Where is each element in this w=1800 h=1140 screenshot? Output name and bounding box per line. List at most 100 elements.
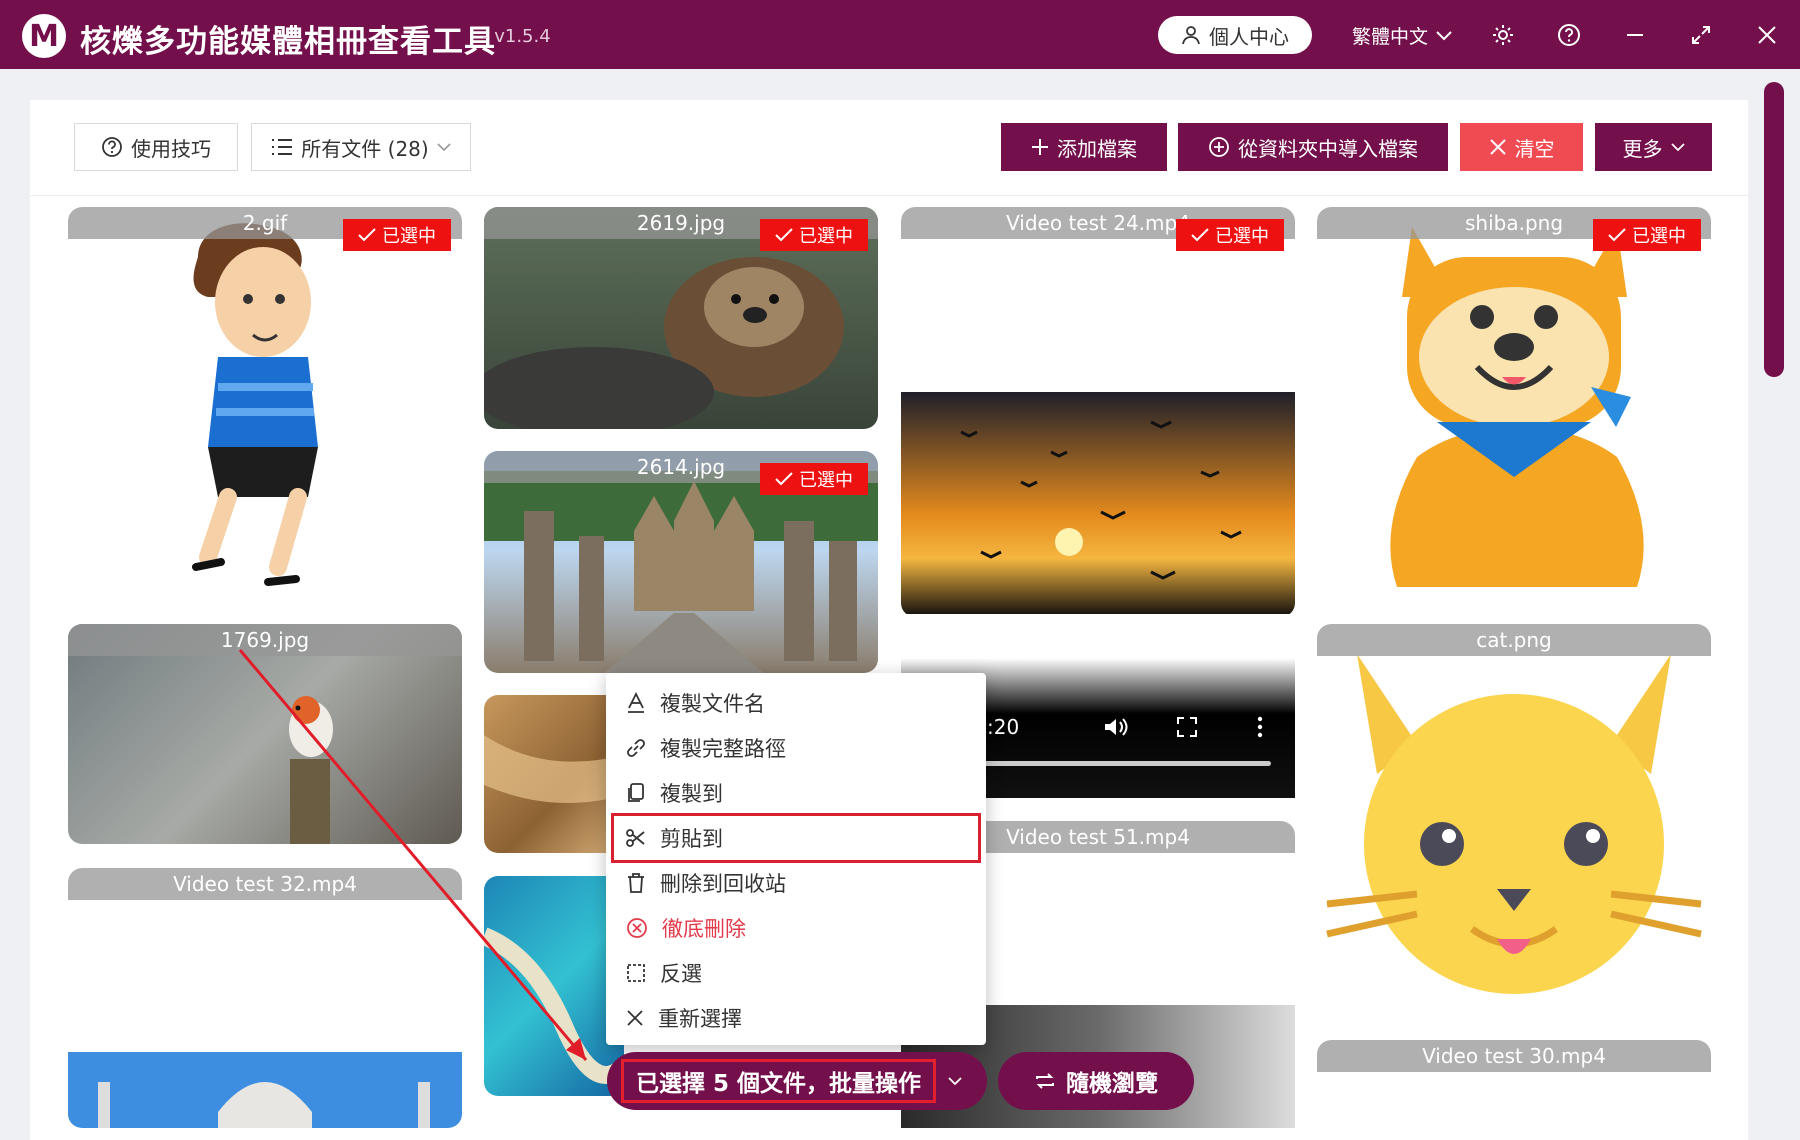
plus-icon: [1032, 139, 1048, 155]
file-filter-select[interactable]: 所有文件 (28): [251, 123, 471, 171]
close-circle-icon: [627, 918, 647, 938]
import-folder-button[interactable]: 從資料夾中導入檔案: [1178, 123, 1448, 171]
fullscreen-icon[interactable]: [1176, 716, 1198, 738]
menu-copy-path[interactable]: 複製完整路徑: [614, 726, 978, 770]
scissors-icon: [626, 829, 645, 847]
selected-badge: 已選中: [1593, 219, 1701, 251]
shuffle-icon: [1036, 1073, 1054, 1089]
check-icon: [775, 228, 793, 242]
media-card-1769[interactable]: 1769.jpg: [68, 624, 462, 844]
batch-operation-label: 已選擇 5 個文件，批量操作: [621, 1059, 937, 1103]
settings-button[interactable]: [1488, 20, 1518, 50]
media-card-video-32[interactable]: Video test 32.mp4: [68, 868, 462, 1128]
tips-label: 使用技巧: [131, 136, 211, 161]
close-icon: [1489, 139, 1506, 155]
user-center-button[interactable]: 個人中心: [1158, 16, 1312, 54]
menu-copy-path-label: 複製完整路徑: [660, 737, 786, 761]
close-icon: [627, 1010, 643, 1026]
clear-label: 清空: [1514, 136, 1555, 161]
scrollbar-thumb[interactable]: [1764, 82, 1784, 377]
batch-operation-button[interactable]: 已選擇 5 個文件，批量操作: [607, 1052, 987, 1110]
selected-badge: 已選中: [760, 463, 868, 495]
menu-cut-to-label: 剪貼到: [660, 827, 723, 851]
menu-invert-label: 反選: [660, 962, 702, 986]
file-filter-label: 所有文件 (28): [301, 136, 429, 161]
title-bar: M 核爍多功能媒體相冊查看工具 - v1.5.4 個人中心 繁體中文: [0, 0, 1800, 69]
minimize-icon: [1627, 34, 1643, 36]
video-progress-bar[interactable]: [981, 761, 1271, 766]
sunset-birds-image: [901, 392, 1295, 614]
menu-copy-to-label: 複製到: [660, 782, 723, 806]
volume-icon[interactable]: [1103, 716, 1129, 738]
chevron-down-icon: [437, 142, 451, 151]
check-icon: [1191, 228, 1209, 242]
taj-mahal-image: [68, 1052, 462, 1128]
selected-badge-label: 已選中: [799, 470, 853, 491]
select-icon: [627, 964, 645, 982]
chevron-down-icon: [1670, 142, 1685, 151]
help-icon: [102, 137, 122, 157]
media-card-2614[interactable]: 2614.jpg 已選中: [484, 451, 878, 673]
media-card-video-30[interactable]: Video test 30.mp4: [1317, 1040, 1711, 1128]
minimize-button[interactable]: [1620, 20, 1650, 50]
card-filename: cat.png: [1317, 624, 1711, 656]
more-label: 更多: [1622, 136, 1663, 161]
media-card-shiba[interactable]: shiba.png 已選中: [1317, 207, 1711, 607]
media-card-desert[interactable]: [484, 695, 624, 853]
menu-copy-filename[interactable]: 複製文件名: [614, 681, 978, 725]
card-filename: Video test 30.mp4: [1317, 1040, 1711, 1072]
check-icon: [775, 472, 793, 486]
robin-bird-image: [289, 696, 333, 844]
more-vertical-icon[interactable]: [1256, 716, 1264, 738]
menu-delete[interactable]: 徹底刪除: [614, 906, 978, 950]
media-card-cat[interactable]: cat.png: [1317, 624, 1711, 1024]
chevron-down-icon: [1436, 30, 1452, 40]
gear-icon: [1493, 25, 1513, 45]
list-icon: [272, 139, 293, 155]
menu-invert-selection[interactable]: 反選: [614, 951, 978, 995]
menu-cut-to[interactable]: 剪貼到: [611, 813, 981, 863]
app-title: 核爍多功能媒體相冊查看工具: [80, 24, 496, 60]
random-browse-label: 隨機瀏覽: [1066, 1071, 1158, 1097]
expand-icon: [1692, 26, 1710, 44]
cat-image: [1326, 654, 1702, 994]
app-logo: M: [22, 14, 66, 58]
boy-cartoon-image: [192, 223, 318, 586]
maximize-button[interactable]: [1686, 20, 1716, 50]
help-button[interactable]: [1554, 20, 1584, 50]
media-card-2619[interactable]: 2619.jpg 已選中: [484, 207, 878, 429]
menu-copy-filename-label: 複製文件名: [660, 692, 765, 716]
selected-badge: 已選中: [343, 219, 451, 251]
selected-badge-label: 已選中: [1632, 226, 1686, 247]
menu-reselect[interactable]: 重新選擇: [614, 996, 978, 1040]
card-filename: Video test 32.mp4: [68, 868, 462, 900]
clear-button[interactable]: 清空: [1460, 123, 1583, 171]
media-card-gif[interactable]: 2.gif 已選中: [68, 207, 462, 607]
check-icon: [1608, 228, 1626, 242]
selected-badge-label: 已選中: [1215, 226, 1269, 247]
menu-recycle[interactable]: 刪除到回收站: [614, 861, 978, 905]
media-card-reef[interactable]: [484, 876, 624, 1096]
add-files-button[interactable]: 添加檔案: [1001, 123, 1167, 171]
close-button[interactable]: [1752, 20, 1782, 50]
random-browse-button[interactable]: 隨機瀏覽: [998, 1052, 1194, 1110]
help-icon: [1558, 24, 1580, 46]
toolbar-divider: [30, 195, 1748, 196]
card-filename: 1769.jpg: [68, 624, 462, 656]
language-select[interactable]: 繁體中文: [1352, 22, 1452, 49]
check-icon: [358, 228, 376, 242]
media-card-video-24[interactable]: Video test 24.mp4 已選中: [901, 207, 1295, 617]
tips-button[interactable]: 使用技巧: [74, 123, 238, 171]
more-button[interactable]: 更多: [1595, 123, 1712, 171]
user-center-label: 個人中心: [1209, 24, 1289, 49]
trash-icon: [628, 873, 644, 893]
add-files-label: 添加檔案: [1057, 136, 1137, 161]
coral-reef-image: [484, 927, 624, 1084]
selected-badge-label: 已選中: [382, 226, 436, 247]
chevron-down-icon: [948, 1076, 962, 1085]
link-icon: [627, 739, 645, 757]
menu-copy-to[interactable]: 複製到: [614, 771, 978, 815]
video-time: :20: [987, 715, 1020, 739]
desert-image: [484, 735, 624, 803]
language-label: 繁體中文: [1352, 26, 1429, 48]
